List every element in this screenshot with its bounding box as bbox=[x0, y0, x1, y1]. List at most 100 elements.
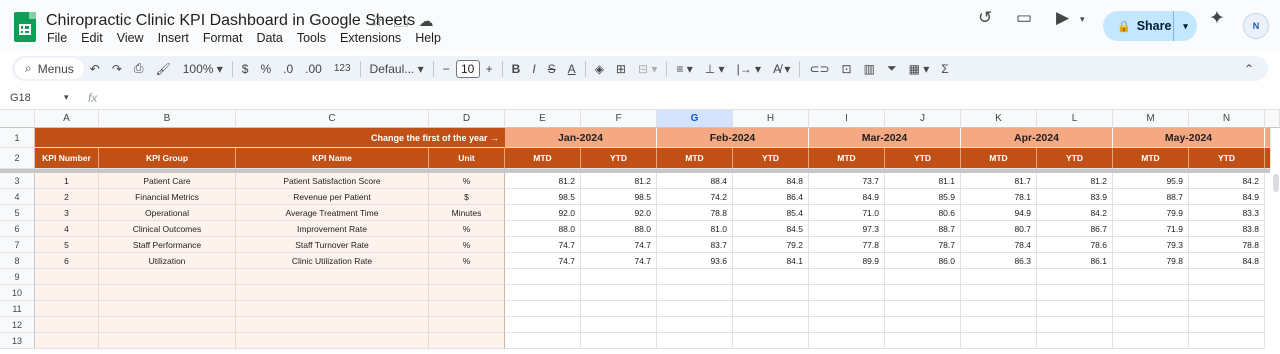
value-cell[interactable]: 84.1 bbox=[733, 253, 809, 269]
table-cell[interactable] bbox=[35, 317, 99, 333]
table-cell[interactable] bbox=[99, 317, 236, 333]
value-cell[interactable]: 86.0 bbox=[885, 253, 961, 269]
column-header-n[interactable]: N bbox=[1189, 110, 1265, 128]
table-cell[interactable] bbox=[35, 333, 99, 349]
value-cell[interactable]: 94.9 bbox=[961, 205, 1037, 221]
kpi-name-cell[interactable]: Improvement Rate bbox=[236, 221, 429, 237]
value-cell[interactable]: 83.8 bbox=[1189, 221, 1265, 237]
value-cell[interactable]: 80.7 bbox=[961, 221, 1037, 237]
table-cell[interactable] bbox=[1189, 269, 1265, 285]
menu-edit[interactable]: Edit bbox=[74, 31, 110, 45]
table-cell[interactable] bbox=[733, 301, 809, 317]
gemini-spark-icon[interactable]: ✦ bbox=[1209, 7, 1225, 30]
table-cell[interactable] bbox=[657, 285, 733, 301]
font-size-decrease-button[interactable]: − bbox=[437, 62, 456, 76]
decrease-decimal-button[interactable]: .0 bbox=[277, 62, 299, 76]
table-cell[interactable] bbox=[809, 301, 885, 317]
share-button[interactable]: 🔒 Share ▾ bbox=[1103, 11, 1197, 41]
table-cell[interactable] bbox=[809, 285, 885, 301]
table-cell[interactable] bbox=[1189, 301, 1265, 317]
value-cell[interactable]: 98.5 bbox=[505, 189, 581, 205]
value-cell[interactable]: 79.2 bbox=[733, 237, 809, 253]
value-cell[interactable]: 81.7 bbox=[961, 173, 1037, 189]
vertical-align-icon[interactable]: ⊥ ▾ bbox=[699, 62, 731, 76]
kpi-name-cell[interactable]: Average Treatment Time bbox=[236, 205, 429, 221]
menu-file[interactable]: File bbox=[40, 31, 74, 45]
unit-cell[interactable]: % bbox=[429, 173, 505, 189]
table-cell[interactable] bbox=[581, 301, 657, 317]
table-cell[interactable] bbox=[733, 333, 809, 349]
value-cell[interactable]: 78.4 bbox=[961, 237, 1037, 253]
italic-icon[interactable]: I bbox=[526, 62, 541, 76]
table-cell[interactable] bbox=[885, 333, 961, 349]
value-cell[interactable]: 85.4 bbox=[733, 205, 809, 221]
table-cell[interactable] bbox=[99, 285, 236, 301]
value-cell[interactable]: 74.7 bbox=[581, 237, 657, 253]
column-header-b[interactable]: B bbox=[99, 110, 236, 128]
table-cell[interactable] bbox=[99, 333, 236, 349]
value-cell[interactable]: 79.8 bbox=[1113, 253, 1189, 269]
table-cell[interactable] bbox=[505, 301, 581, 317]
row-header-8[interactable]: 8 bbox=[0, 253, 35, 269]
font-size-input[interactable]: 10 bbox=[455, 59, 480, 78]
table-cell[interactable] bbox=[961, 317, 1037, 333]
table-cell[interactable] bbox=[733, 285, 809, 301]
column-header-e[interactable]: E bbox=[505, 110, 581, 128]
table-cell[interactable] bbox=[1113, 333, 1189, 349]
table-cell[interactable] bbox=[1037, 269, 1113, 285]
kpi-name-cell[interactable]: Staff Turnover Rate bbox=[236, 237, 429, 253]
insert-chart-icon[interactable]: ▥ bbox=[858, 62, 881, 76]
value-cell[interactable]: 77.8 bbox=[809, 237, 885, 253]
redo-icon[interactable]: ↷ bbox=[106, 62, 128, 76]
value-cell[interactable]: 83.7 bbox=[657, 237, 733, 253]
value-cell[interactable]: 80.6 bbox=[885, 205, 961, 221]
document-title[interactable]: Chiropractic Clinic KPI Dashboard in Goo… bbox=[46, 12, 415, 30]
value-cell[interactable]: 95.9 bbox=[1113, 173, 1189, 189]
table-cell[interactable] bbox=[236, 317, 429, 333]
table-cell[interactable] bbox=[1037, 317, 1113, 333]
kpi-group-cell[interactable]: Financial Metrics bbox=[99, 189, 236, 205]
font-size-increase-button[interactable]: + bbox=[480, 62, 499, 76]
row-header-13[interactable]: 13 bbox=[0, 333, 35, 349]
table-cell[interactable] bbox=[429, 333, 505, 349]
value-cell[interactable]: 97.3 bbox=[809, 221, 885, 237]
table-cell[interactable] bbox=[961, 333, 1037, 349]
zoom-select[interactable]: 100% ▾ bbox=[177, 62, 229, 76]
row-header-5[interactable]: 5 bbox=[0, 205, 35, 221]
strikethrough-icon[interactable]: S bbox=[542, 62, 562, 76]
kpi-name-cell[interactable]: Patient Satisfaction Score bbox=[236, 173, 429, 189]
table-cell[interactable] bbox=[581, 333, 657, 349]
row-header-7[interactable]: 7 bbox=[0, 237, 35, 253]
kpi-group-cell[interactable]: Clinical Outcomes bbox=[99, 221, 236, 237]
select-all-corner[interactable] bbox=[0, 110, 35, 128]
insert-link-icon[interactable]: ⊂⊃ bbox=[803, 62, 835, 76]
chevron-down-icon[interactable]: ▾ bbox=[64, 92, 69, 103]
text-wrapping-icon[interactable]: |→ ▾ bbox=[731, 62, 767, 76]
column-header-f[interactable]: F bbox=[581, 110, 657, 128]
menu-format[interactable]: Format bbox=[196, 31, 250, 45]
collapse-toolbar-icon[interactable]: ⌃ bbox=[1238, 62, 1260, 76]
table-cell[interactable] bbox=[236, 269, 429, 285]
table-cell[interactable] bbox=[733, 269, 809, 285]
value-cell[interactable]: 84.8 bbox=[733, 173, 809, 189]
column-header-h[interactable]: H bbox=[733, 110, 809, 128]
table-cell[interactable] bbox=[1113, 285, 1189, 301]
meet-icon[interactable]: ▶ bbox=[1056, 8, 1069, 28]
table-cell[interactable] bbox=[236, 333, 429, 349]
table-cell[interactable] bbox=[505, 285, 581, 301]
value-cell[interactable]: 98.5 bbox=[581, 189, 657, 205]
menu-tools[interactable]: Tools bbox=[290, 31, 333, 45]
value-cell[interactable]: 81.0 bbox=[657, 221, 733, 237]
value-cell[interactable]: 78.7 bbox=[885, 237, 961, 253]
table-cell[interactable] bbox=[1113, 269, 1189, 285]
table-cell[interactable] bbox=[657, 269, 733, 285]
column-header-g[interactable]: G bbox=[657, 110, 733, 128]
row-header-9[interactable]: 9 bbox=[0, 269, 35, 285]
comments-icon[interactable]: ▭ bbox=[1016, 8, 1032, 28]
value-cell[interactable]: 81.2 bbox=[505, 173, 581, 189]
row-header-2[interactable]: 2 bbox=[0, 148, 35, 169]
column-header-i[interactable]: I bbox=[809, 110, 885, 128]
value-cell[interactable]: 83.3 bbox=[1189, 205, 1265, 221]
table-cell[interactable] bbox=[657, 317, 733, 333]
row-header-10[interactable]: 10 bbox=[0, 285, 35, 301]
